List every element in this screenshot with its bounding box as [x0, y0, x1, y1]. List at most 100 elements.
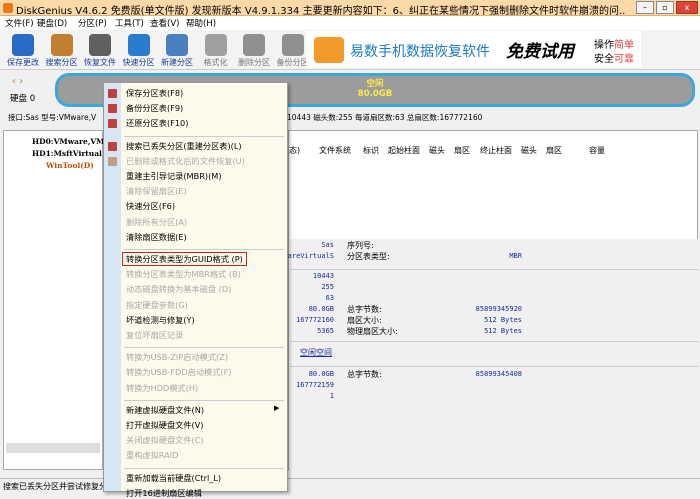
- app-icon: [3, 3, 13, 13]
- context-menu-item[interactable]: 快速分区(F6): [126, 200, 175, 212]
- context-menu-item[interactable]: 清除保留扇区(E): [126, 185, 187, 197]
- toolbar-button-5[interactable]: 格式化: [196, 32, 236, 68]
- menu-1[interactable]: 硬盘(D): [37, 17, 67, 29]
- context-menu-item[interactable]: 指定硬盘参数(G): [126, 299, 188, 311]
- toolbar-label: 快速分区: [122, 58, 155, 67]
- disk-info-left: 接口:Sas 型号:VMware,V: [8, 113, 97, 122]
- detail-label: 序列号:: [347, 241, 374, 250]
- menu-4[interactable]: 查看(V): [150, 17, 179, 29]
- toolbar-button-3[interactable]: 快速分区: [119, 32, 159, 68]
- context-menu-item[interactable]: 动态磁盘转换为基本磁盘 (D): [126, 283, 231, 295]
- detail-value: 512 Bytes: [484, 327, 522, 335]
- submenu-arrow-icon: ▶: [274, 403, 280, 412]
- delete-icon: [243, 34, 265, 56]
- menu-separator: [124, 249, 284, 250]
- column-header[interactable]: 文件系统: [319, 145, 351, 156]
- format-icon: [204, 34, 227, 56]
- disk-details: 空闲空间 Sas areVirtualS 序列号: 分区表类型: MBR 10443 255…: [288, 239, 698, 470]
- disk-tree: HD0:VMware,VMware HD1:MsftVirtual WinToo…: [3, 130, 125, 470]
- column-header[interactable]: 起始柱面: [388, 145, 420, 156]
- column-header[interactable]: 扇区: [546, 145, 562, 156]
- context-menu-item[interactable]: 备份分区表(F9): [126, 102, 183, 114]
- tree-item-wintool[interactable]: WinTool(D): [46, 161, 94, 170]
- save-table-icon: [108, 89, 117, 98]
- ad-side2b: 可靠: [614, 54, 634, 65]
- ad-banner[interactable]: 易数手机数据恢复软件 免费试用 操作简单 安全可靠: [306, 31, 641, 68]
- detail-label: 总字节数:: [347, 305, 382, 314]
- detail-value: 85899345920: [475, 305, 522, 313]
- menu-5[interactable]: 帮助(H): [186, 17, 216, 29]
- detail-label: 总字节数:: [347, 370, 382, 379]
- column-header[interactable]: 容量: [589, 145, 605, 156]
- menu-0[interactable]: 文件(F): [5, 17, 34, 29]
- context-menu-item[interactable]: 打开16进制扇区编辑: [126, 487, 202, 499]
- menu-2[interactable]: 分区(P): [78, 17, 107, 29]
- toolbar-button-6[interactable]: 删除分区: [234, 32, 274, 68]
- toolbar-button-1[interactable]: 搜索分区: [42, 32, 82, 68]
- disk-info-right: 10443 磁头数:255 每道扇区数:63 总扇区数:167772160: [287, 113, 483, 122]
- detail-label: 物理扇区大小:: [347, 327, 398, 336]
- search-icon: [50, 34, 73, 56]
- ad-side2: 安全: [594, 54, 614, 65]
- context-menu-item[interactable]: 转换为USB-FDD启动模式(F): [126, 366, 232, 378]
- quick-partition-icon: [127, 34, 150, 56]
- column-header[interactable]: 磁头: [521, 145, 537, 156]
- search-lost-icon: [108, 141, 117, 151]
- file-recover-icon: [108, 156, 117, 166]
- context-menu-item[interactable]: 已删除或格式化后的文件恢复(U): [126, 155, 245, 167]
- minimize-button[interactable]: –: [636, 1, 654, 14]
- context-menu-item[interactable]: 还原分区表(F10): [126, 117, 188, 129]
- column-header[interactable]: 终止柱面: [480, 145, 512, 156]
- context-menu-item[interactable]: 重新加载当前硬盘(Ctrl_L): [126, 472, 221, 484]
- partition-panel: 态) 文件系统 标识 起始柱面 磁头 扇区 终止柱面 磁头 扇区 容量 空闲空间 Sas areVi…: [288, 130, 698, 470]
- section-free-space: 空闲空间: [300, 348, 332, 357]
- backup-table-icon: [108, 104, 117, 114]
- column-header[interactable]: 扇区: [454, 145, 470, 156]
- toolbar-label: 格式化: [203, 58, 228, 67]
- phone-icon: [314, 37, 344, 63]
- detail-value: 85899345408: [475, 370, 522, 378]
- context-menu-item[interactable]: 关闭虚拟硬盘文件(C): [126, 434, 204, 446]
- column-header[interactable]: 磁头: [429, 145, 445, 156]
- status-text: 搜索已丢失分区并尝试修复分: [3, 482, 107, 491]
- context-menu-item[interactable]: 转换分区表类型为GUID格式 (P): [122, 252, 247, 266]
- toolbar-label: 新建分区: [161, 58, 193, 67]
- new-partition-icon: [166, 34, 188, 56]
- menu-3[interactable]: 工具(T): [115, 17, 144, 29]
- disk-nav-arrows[interactable]: ‹ ›: [12, 76, 23, 87]
- save-icon: [12, 34, 34, 56]
- toolbar-label: 删除分区: [238, 58, 270, 67]
- toolbar-button-0[interactable]: 保存更改: [3, 32, 43, 68]
- tree-scrollbar[interactable]: [6, 443, 100, 453]
- toolbar-label: 搜索分区: [45, 58, 78, 67]
- context-menu-item[interactable]: 转换为HDD模式(H): [126, 382, 198, 394]
- toolbar-button-4[interactable]: 新建分区: [157, 32, 197, 68]
- tree-item-hd1[interactable]: HD1:MsftVirtual: [32, 149, 102, 158]
- toolbar-button-2[interactable]: 恢复文件: [80, 32, 120, 68]
- detail-value: 512 Bytes: [484, 316, 522, 324]
- menu-separator: [124, 399, 284, 401]
- menu-separator: [124, 135, 284, 137]
- context-menu-item[interactable]: 清除扇区数据(E): [126, 231, 187, 243]
- context-menu-item[interactable]: 新建虚拟硬盘文件(N): [126, 404, 204, 416]
- column-header[interactable]: 标识: [363, 145, 379, 156]
- context-menu-item[interactable]: 坏道检测与修复(Y): [126, 314, 195, 326]
- detail-value: MBR: [509, 252, 522, 260]
- column-header[interactable]: 态): [289, 145, 300, 156]
- context-menu-item[interactable]: 复位坏扇区记录: [126, 329, 183, 341]
- context-menu-item[interactable]: 搜索已丢失分区(重建分区表)(L): [126, 140, 242, 152]
- context-menu-item[interactable]: 打开虚拟硬盘文件(V): [126, 419, 204, 431]
- context-menu-item[interactable]: 保存分区表(F8): [126, 87, 183, 99]
- detail-label: 分区表类型:: [347, 252, 390, 261]
- toolbar-label: 恢复文件: [84, 58, 116, 67]
- context-menu-item[interactable]: 转换分区表类型为MBR格式 (B): [126, 268, 241, 280]
- context-menu-item[interactable]: 重建主引导记录(MBR)(M): [126, 170, 222, 182]
- context-menu-item[interactable]: 重构虚拟RAID: [126, 449, 178, 461]
- context-menu-item[interactable]: 转换为USB-ZIP启动模式(Z): [126, 351, 228, 363]
- maximize-button[interactable]: ▫: [656, 1, 674, 14]
- close-button[interactable]: x: [676, 1, 698, 14]
- context-menu-item[interactable]: 删除所有分区(A): [126, 216, 187, 228]
- toolbar-label: 保存更改: [7, 58, 39, 67]
- menu-bar: 文件(F) 硬盘(D) 分区(P) 工具(T) 查看(V) 帮助(H): [0, 16, 700, 30]
- detail-label: 扇区大小:: [347, 316, 382, 325]
